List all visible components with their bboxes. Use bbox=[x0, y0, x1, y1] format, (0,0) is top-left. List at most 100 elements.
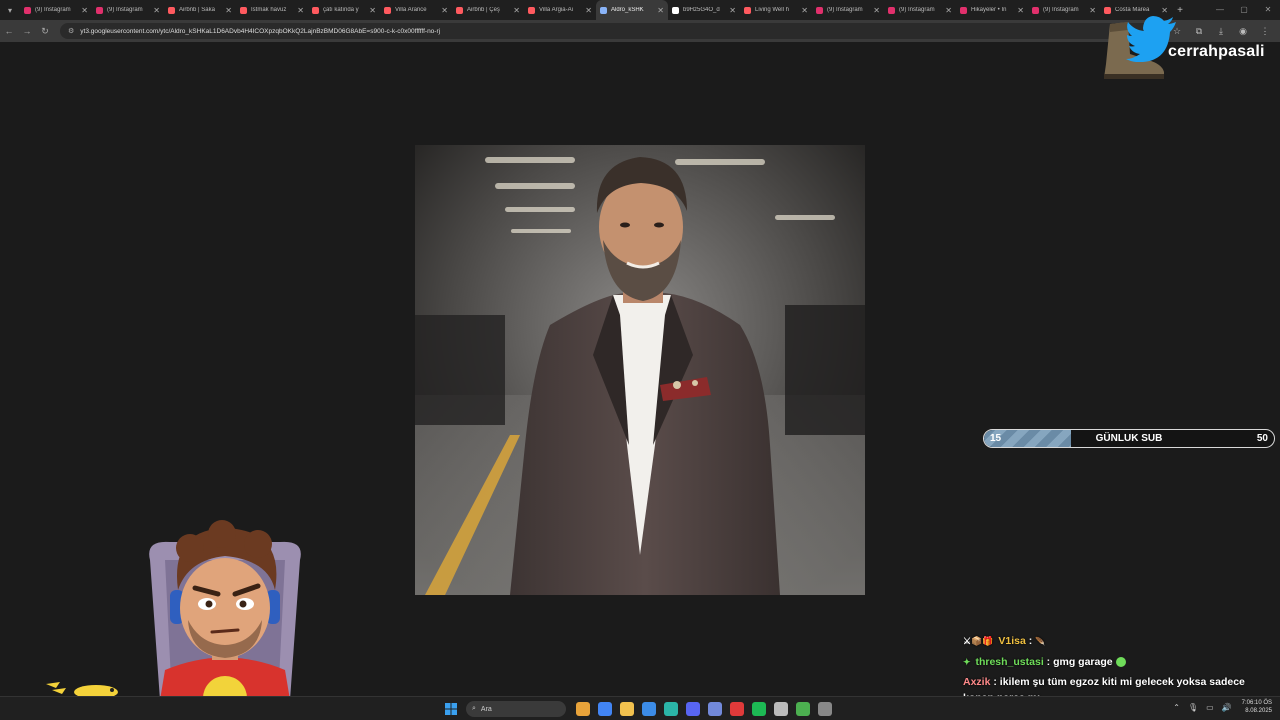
tab-title: Airbnb | Saka bbox=[179, 7, 215, 13]
tab-close-icon[interactable]: ✕ bbox=[441, 6, 448, 15]
taskbar-app-icon[interactable] bbox=[752, 702, 766, 716]
taskbar-app-icon[interactable] bbox=[664, 702, 678, 716]
microphone-icon[interactable]: 🎙 bbox=[1188, 703, 1198, 712]
browser-tab[interactable]: Villa Arance ✕ bbox=[380, 0, 452, 20]
tab-title: b9Hz5G4O_d bbox=[683, 7, 720, 13]
emote-icon bbox=[1115, 657, 1126, 668]
system-tray: ⌃ 🎙 ▭ 🔊 7:06:10 ÖS 8.08.2025 bbox=[1169, 699, 1272, 715]
browser-tab[interactable]: Airbnb | Saka ✕ bbox=[164, 0, 236, 20]
tab-close-icon[interactable]: ✕ bbox=[1017, 6, 1024, 15]
tab-close-icon[interactable]: ✕ bbox=[153, 6, 160, 15]
browser-tab[interactable]: İstmak havuz ✕ bbox=[236, 0, 308, 20]
taskbar-center: ⌕ Ara bbox=[442, 700, 836, 718]
address-bar[interactable]: ⚙ yt3.googleusercontent.com/ytc/Aldro_kS… bbox=[60, 23, 1160, 39]
chat-message: ⚔📦🎁 V1isa : 🪶 bbox=[963, 633, 1263, 650]
browser-tab[interactable]: (9) Instagram ✕ bbox=[884, 0, 956, 20]
tab-favicon-icon bbox=[600, 6, 607, 14]
chat-username: Axzik bbox=[963, 676, 991, 688]
browser-tab-strip: ▾ (9) Instagram ✕ (9) Instagram ✕ Airbnb | S… bbox=[0, 0, 1280, 20]
tab-search-icon[interactable]: ▾ bbox=[0, 0, 20, 20]
tab-title: Costa Marea bbox=[1115, 7, 1150, 13]
tab-favicon-icon bbox=[456, 6, 463, 14]
taskbar-clock[interactable]: 7:06:10 ÖS 8.08.2025 bbox=[1242, 699, 1272, 715]
tab-close-icon[interactable]: ✕ bbox=[1089, 6, 1096, 15]
taskbar-search[interactable]: ⌕ Ara bbox=[466, 701, 566, 717]
browser-tab[interactable]: Hikayeler • In ✕ bbox=[956, 0, 1028, 20]
chat-message: ✦ thresh_ustasi : gmg garage bbox=[963, 654, 1263, 670]
clock-date: 8.08.2025 bbox=[1245, 708, 1272, 714]
tab-close-icon[interactable]: ✕ bbox=[297, 6, 304, 15]
search-icon: ⌕ bbox=[472, 705, 476, 712]
brand-name: cerrahpasali bbox=[1168, 43, 1265, 60]
browser-tab[interactable]: (9) Instagram ✕ bbox=[1028, 0, 1100, 20]
chevron-up-icon[interactable]: ⌃ bbox=[1173, 703, 1180, 712]
chat-username: thresh_ustasi bbox=[975, 656, 1044, 668]
browser-tab[interactable]: Aldro_kSHK ✕ bbox=[596, 0, 668, 20]
tab-close-icon[interactable]: ✕ bbox=[369, 6, 376, 15]
tab-title: (9) Instagram bbox=[827, 7, 863, 13]
tab-title: Living Well h bbox=[755, 7, 789, 13]
tab-close-icon[interactable]: ✕ bbox=[513, 6, 520, 15]
taskbar-app-icon[interactable] bbox=[598, 702, 612, 716]
tab-close-icon[interactable]: ✕ bbox=[81, 6, 88, 15]
taskbar-app-icon[interactable] bbox=[796, 702, 810, 716]
site-info-icon[interactable]: ⚙ bbox=[68, 27, 74, 35]
taskbar-app-icon[interactable] bbox=[686, 702, 700, 716]
streamer-brand: cerrahpasali bbox=[1100, 14, 1270, 84]
taskbar-app-icon[interactable] bbox=[774, 702, 788, 716]
browser-tab[interactable]: (9) Instagram ✕ bbox=[20, 0, 92, 20]
tab-list: (9) Instagram ✕ (9) Instagram ✕ Airbnb | Sak… bbox=[20, 0, 1172, 20]
browser-tab[interactable]: b9Hz5G4O_d ✕ bbox=[668, 0, 740, 20]
chat-badges: ✦ bbox=[963, 657, 971, 667]
sub-goal-target: 50 bbox=[1256, 433, 1268, 444]
chat-separator: : bbox=[1046, 656, 1051, 668]
tab-favicon-icon bbox=[1032, 6, 1039, 14]
taskbar-app-icon[interactable] bbox=[576, 702, 590, 716]
browser-toolbar: ← → ↻ ⚙ yt3.googleusercontent.com/ytc/Al… bbox=[0, 20, 1280, 42]
tab-close-icon[interactable]: ✕ bbox=[225, 6, 232, 15]
tab-close-icon[interactable]: ✕ bbox=[945, 6, 952, 15]
taskbar-app-icon[interactable] bbox=[620, 702, 634, 716]
browser-tab[interactable]: (9) Instagram ✕ bbox=[812, 0, 884, 20]
tab-title: İstmak havuz bbox=[251, 7, 287, 13]
browser-tab[interactable]: çatı katında y ✕ bbox=[308, 0, 380, 20]
back-icon[interactable]: ← bbox=[0, 26, 18, 36]
tab-title: (9) Instagram bbox=[35, 7, 71, 13]
browser-tab[interactable]: Living Well h ✕ bbox=[740, 0, 812, 20]
windows-logo-icon bbox=[445, 703, 457, 715]
tab-close-icon[interactable]: ✕ bbox=[729, 6, 736, 15]
network-icon[interactable]: ▭ bbox=[1206, 703, 1214, 712]
taskbar-app-icon[interactable] bbox=[818, 702, 832, 716]
reload-icon[interactable]: ↻ bbox=[36, 26, 54, 37]
tab-favicon-icon bbox=[384, 6, 391, 14]
tab-favicon-icon bbox=[888, 6, 895, 14]
tab-favicon-icon bbox=[1104, 6, 1111, 14]
sub-goal-label: GÜNLUK SUB bbox=[1095, 433, 1163, 444]
tab-title: Airbnb | Çeş bbox=[467, 7, 500, 13]
browser-tab[interactable]: Villa Argia-Ai ✕ bbox=[524, 0, 596, 20]
search-placeholder: Ara bbox=[480, 705, 492, 713]
tab-favicon-icon bbox=[168, 6, 175, 14]
tab-title: Villa Arance bbox=[395, 7, 427, 13]
chat-text: gmg garage bbox=[1053, 656, 1113, 668]
tab-close-icon[interactable]: ✕ bbox=[801, 6, 808, 15]
daily-sub-goal-bar: GÜNLUK SUB 15 50 bbox=[983, 429, 1275, 448]
profile-photo bbox=[415, 145, 865, 595]
tab-close-icon[interactable]: ✕ bbox=[657, 6, 664, 15]
browser-tab[interactable]: (9) Instagram ✕ bbox=[92, 0, 164, 20]
forward-icon[interactable]: → bbox=[18, 26, 36, 36]
start-button[interactable] bbox=[442, 700, 460, 718]
tab-title: (9) Instagram bbox=[899, 7, 935, 13]
volume-icon[interactable]: 🔊 bbox=[1222, 703, 1232, 712]
taskbar-app-icon[interactable] bbox=[642, 702, 656, 716]
taskbar-app-icon[interactable] bbox=[730, 702, 744, 716]
taskbar-app-icon[interactable] bbox=[708, 702, 722, 716]
tab-favicon-icon bbox=[24, 6, 31, 14]
tab-title: (9) Instagram bbox=[107, 7, 143, 13]
tab-favicon-icon bbox=[672, 6, 679, 14]
tab-close-icon[interactable]: ✕ bbox=[873, 6, 880, 15]
browser-tab[interactable]: Airbnb | Çeş ✕ bbox=[452, 0, 524, 20]
tab-close-icon[interactable]: ✕ bbox=[585, 6, 592, 15]
chat-separator: : bbox=[993, 676, 997, 688]
clock-time: 7:06:10 ÖS bbox=[1241, 700, 1272, 706]
